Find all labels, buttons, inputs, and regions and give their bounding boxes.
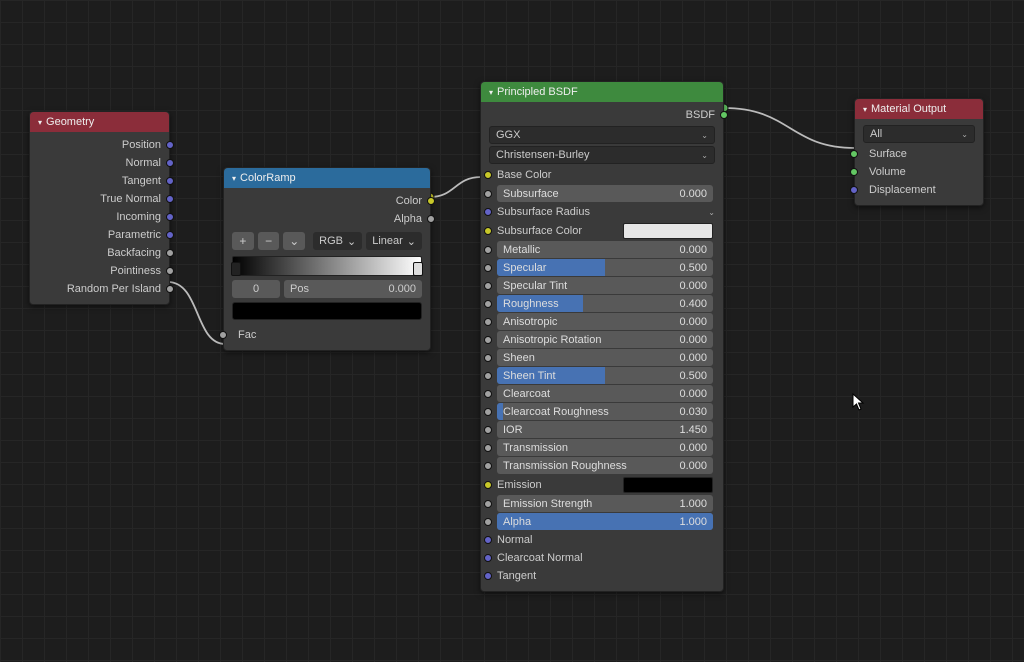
output-true-normal[interactable]: True Normal	[30, 190, 169, 208]
input-fac[interactable]: Fac	[224, 326, 430, 344]
node-geometry[interactable]: ▾ Geometry Position Normal Tangent True …	[29, 111, 170, 305]
input-volume[interactable]: Volume	[855, 163, 983, 181]
input-surface[interactable]: Surface	[855, 145, 983, 163]
ramp-menu-button[interactable]: ⌄	[283, 232, 305, 250]
roughness-slider[interactable]: Roughness0.400	[497, 295, 713, 312]
color-mode-dropdown[interactable]: RGB⌄	[313, 232, 362, 250]
interp-dropdown[interactable]: Linear⌄	[366, 232, 422, 250]
output-alpha[interactable]: Alpha	[224, 210, 430, 228]
chevron-down-icon: ⌄	[708, 208, 715, 217]
output-normal[interactable]: Normal	[30, 154, 169, 172]
output-tangent[interactable]: Tangent	[30, 172, 169, 190]
anisotropic-rotation-slider[interactable]: Anisotropic Rotation0.000	[497, 331, 713, 348]
input-subsurface-color[interactable]: Subsurface Color	[481, 221, 723, 240]
collapse-icon[interactable]: ▾	[489, 88, 493, 97]
color-stop-1[interactable]	[413, 262, 423, 276]
emission-color-swatch[interactable]	[623, 477, 713, 493]
color-stop-0[interactable]	[231, 262, 241, 276]
output-pointiness[interactable]: Pointiness	[30, 262, 169, 280]
output-incoming[interactable]: Incoming	[30, 208, 169, 226]
alpha-slider[interactable]: Alpha1.000	[497, 513, 713, 530]
node-material-output[interactable]: ▾ Material Output All⌄ Surface Volume Di…	[854, 98, 984, 206]
node-header-material-output[interactable]: ▾ Material Output	[855, 99, 983, 119]
chevron-down-icon: ⌄	[701, 131, 708, 140]
distribution-dropdown[interactable]: GGX⌄	[489, 126, 715, 144]
stop-pos-field[interactable]: Pos 0.000	[284, 280, 422, 298]
subsurface-slider[interactable]: Subsurface0.000	[497, 185, 713, 202]
remove-stop-button[interactable]: −	[258, 232, 280, 250]
sss-method-dropdown[interactable]: Christensen-Burley⌄	[489, 146, 715, 164]
sheen-tint-slider[interactable]: Sheen Tint0.500	[497, 367, 713, 384]
add-stop-button[interactable]: +	[232, 232, 254, 250]
node-title: Geometry	[46, 116, 94, 128]
chevron-down-icon: ⌄	[407, 235, 416, 248]
input-displacement[interactable]: Displacement	[855, 181, 983, 199]
input-emission[interactable]: Emission	[481, 475, 723, 494]
input-subsurface-radius[interactable]: Subsurface Radius⌄	[481, 203, 723, 221]
node-title: Material Output	[871, 103, 946, 115]
output-random-per-island[interactable]: Random Per Island	[30, 280, 169, 298]
stop-index-field[interactable]: 0	[232, 280, 280, 298]
cursor-icon	[852, 393, 866, 414]
clearcoat-roughness-slider[interactable]: Clearcoat Roughness0.030	[497, 403, 713, 420]
ior-slider[interactable]: IOR1.450	[497, 421, 713, 438]
specular-slider[interactable]: Specular0.500	[497, 259, 713, 276]
node-title: ColorRamp	[240, 172, 296, 184]
collapse-icon[interactable]: ▾	[38, 118, 42, 127]
chevron-down-icon: ⌄	[701, 151, 708, 160]
output-color[interactable]: Color	[224, 192, 430, 210]
sheen-slider[interactable]: Sheen0.000	[497, 349, 713, 366]
transmission-slider[interactable]: Transmission0.000	[497, 439, 713, 456]
output-bsdf[interactable]: BSDF	[481, 106, 723, 124]
collapse-icon[interactable]: ▾	[232, 174, 236, 183]
metallic-slider[interactable]: Metallic0.000	[497, 241, 713, 258]
node-header-geometry[interactable]: ▾ Geometry	[30, 112, 169, 132]
collapse-icon[interactable]: ▾	[863, 105, 867, 114]
output-position[interactable]: Position	[30, 136, 169, 154]
node-title: Principled BSDF	[497, 86, 578, 98]
stop-color-swatch[interactable]	[232, 302, 422, 320]
output-backfacing[interactable]: Backfacing	[30, 244, 169, 262]
input-clearcoat-normal[interactable]: Clearcoat Normal	[481, 549, 723, 567]
node-header-colorramp[interactable]: ▾ ColorRamp	[224, 168, 430, 188]
sss-color-swatch[interactable]	[623, 223, 713, 239]
node-principled-bsdf[interactable]: ▾ Principled BSDF BSDF GGX⌄ Christensen-…	[480, 81, 724, 592]
chevron-down-icon: ⌄	[961, 130, 968, 139]
transmission-roughness-slider[interactable]: Transmission Roughness0.000	[497, 457, 713, 474]
node-colorramp[interactable]: ▾ ColorRamp Color Alpha + − ⌄ RGB⌄ Linea…	[223, 167, 431, 351]
target-dropdown[interactable]: All⌄	[863, 125, 975, 143]
emission-strength-slider[interactable]: Emission Strength1.000	[497, 495, 713, 512]
input-base-color[interactable]: Base Color	[481, 166, 723, 184]
input-normal[interactable]: Normal	[481, 531, 723, 549]
input-tangent[interactable]: Tangent	[481, 567, 723, 585]
chevron-down-icon: ⌄	[347, 235, 356, 248]
gradient-bar[interactable]	[232, 256, 422, 276]
specular-tint-slider[interactable]: Specular Tint0.000	[497, 277, 713, 294]
clearcoat-slider[interactable]: Clearcoat0.000	[497, 385, 713, 402]
node-header-bsdf[interactable]: ▾ Principled BSDF	[481, 82, 723, 102]
output-parametric[interactable]: Parametric	[30, 226, 169, 244]
anisotropic-slider[interactable]: Anisotropic0.000	[497, 313, 713, 330]
